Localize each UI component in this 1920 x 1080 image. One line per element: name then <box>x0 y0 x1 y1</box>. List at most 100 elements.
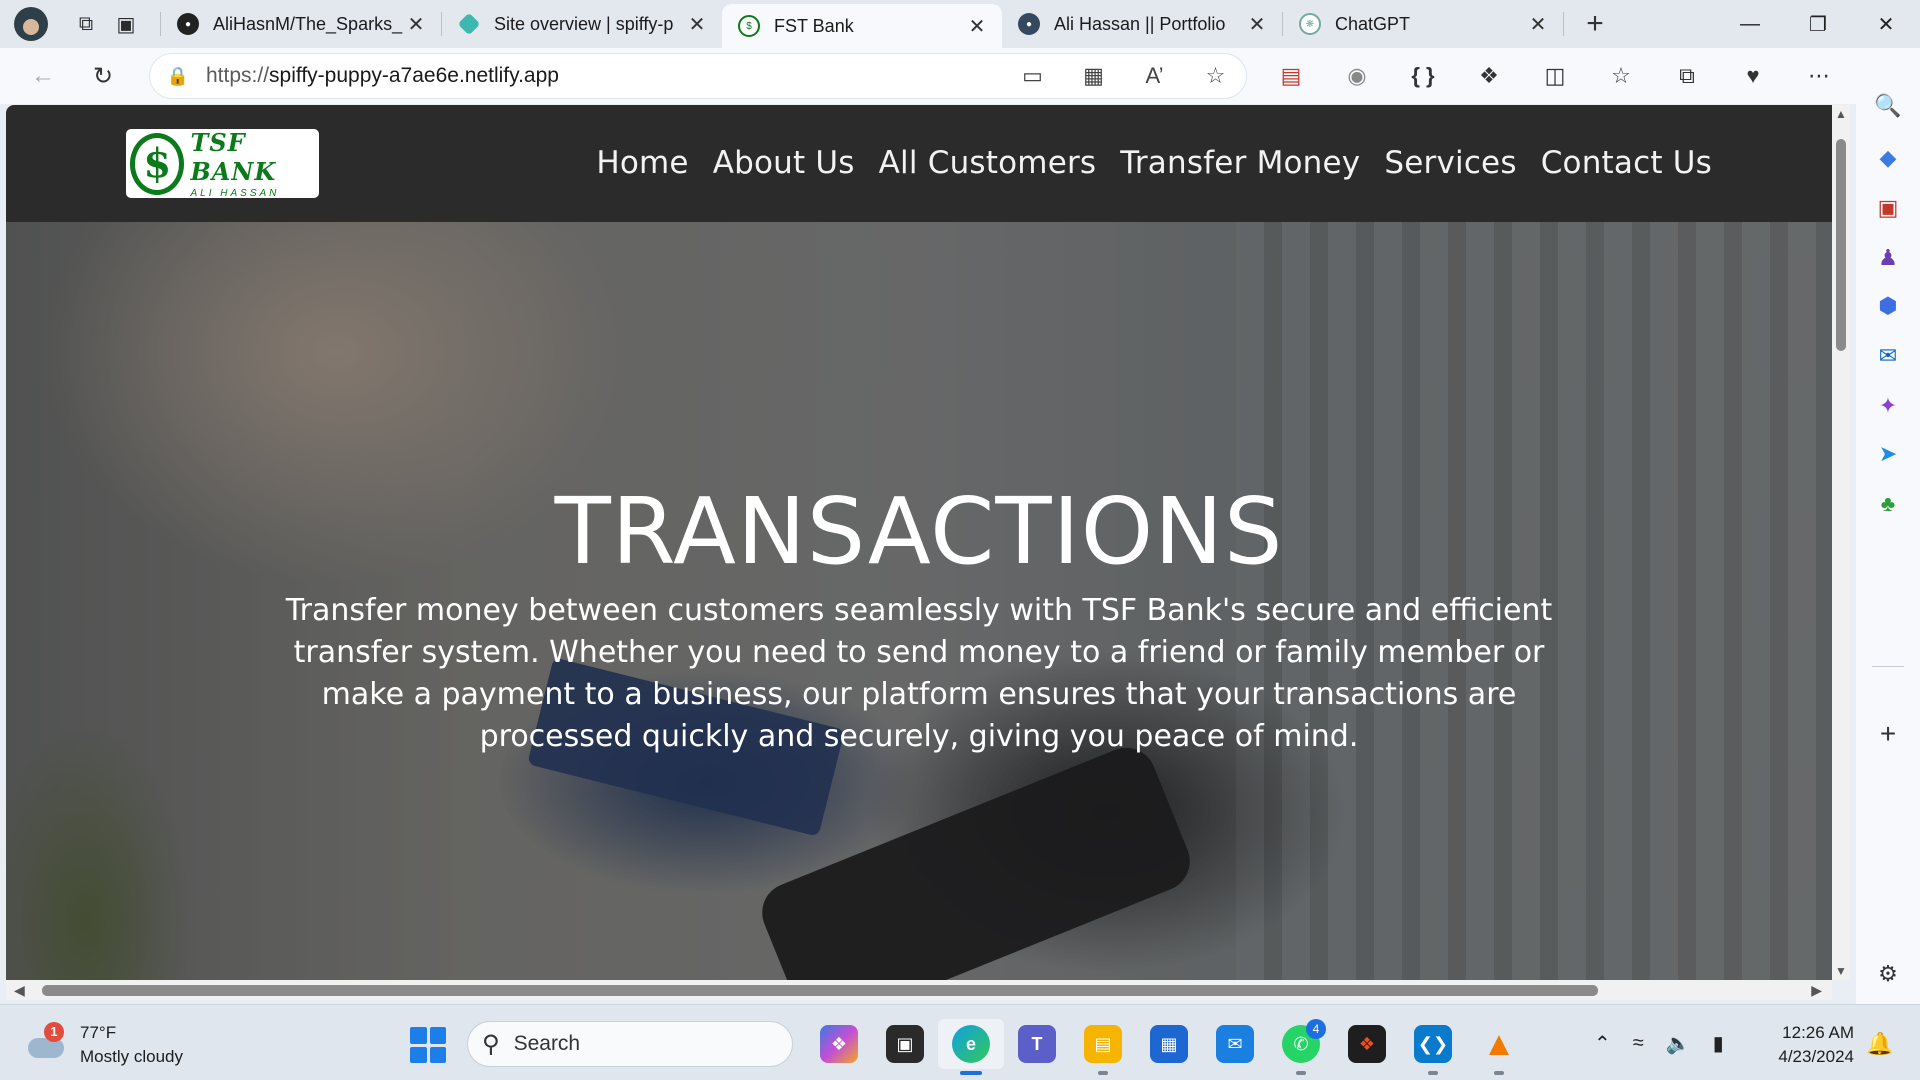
tab-netlify[interactable]: Site overview | spiffy-p ✕ <box>442 4 722 44</box>
new-tab-button[interactable]: + <box>1570 7 1620 41</box>
vlc-app[interactable]: ▲ <box>1466 1019 1532 1075</box>
show-hidden-icons-chevron-icon[interactable]: ⌃ <box>1594 1031 1611 1056</box>
tab-title: AliHasnM/The_Sparks_ <box>213 13 403 34</box>
dollar-logo-icon: $ <box>130 132 185 195</box>
taskbar-search[interactable]: ⚲ Search <box>467 1021 793 1067</box>
sidebar-settings-icon[interactable]: ⚙ <box>1868 954 1908 994</box>
figma-icon: ❖ <box>1348 1025 1386 1063</box>
camera-icon[interactable]: ◉ <box>1324 63 1390 89</box>
whatsapp-app[interactable]: ✆ 4 <box>1268 1019 1334 1075</box>
microsoft-store-app[interactable]: ▦ <box>1136 1019 1202 1069</box>
sidebar-tree-icon[interactable]: ♣ <box>1868 484 1908 524</box>
nav-contact-us[interactable]: Contact Us <box>1541 145 1712 181</box>
teams-app[interactable]: T <box>1004 1019 1070 1069</box>
address-bar[interactable]: 🔒 https://spiffy-puppy-a7ae6e.netlify.ap… <box>150 54 1246 98</box>
horizontal-scrollbar[interactable]: ◀ ▶ <box>6 980 1832 1000</box>
read-aloud-icon[interactable]: A’ <box>1124 63 1185 89</box>
file-explorer-app[interactable]: ▤ <box>1070 1019 1136 1075</box>
figma-app[interactable]: ❖ <box>1334 1019 1400 1069</box>
browser-toolbar: ← ↻ 🔒 https://spiffy-puppy-a7ae6e.netlif… <box>0 48 1920 104</box>
weather-temp: 77°F <box>80 1023 117 1042</box>
more-options-icon[interactable]: ⋯ <box>1786 63 1852 89</box>
scroll-right-arrow-icon[interactable]: ▶ <box>1811 982 1822 999</box>
teams-icon: T <box>1018 1025 1056 1063</box>
favorites-icon[interactable]: ☆ <box>1588 63 1654 89</box>
tab-chatgpt[interactable]: ❋ ChatGPT ✕ <box>1283 4 1563 44</box>
notification-bell-icon[interactable]: 🔔 <box>1866 1031 1893 1057</box>
close-tab-icon[interactable]: ✕ <box>405 12 427 37</box>
profile-avatar[interactable] <box>14 7 48 41</box>
tab-title: ChatGPT <box>1335 13 1411 34</box>
nav-all-customers[interactable]: All Customers <box>879 145 1097 181</box>
sidebar-search-icon[interactable]: 🔍 <box>1868 86 1908 126</box>
sidebar-games-icon[interactable]: ♟ <box>1868 238 1908 278</box>
taskbar-clock[interactable]: 12:26 AM 4/23/2024 <box>1768 1021 1854 1069</box>
web-capture-extension-icon[interactable]: ▤ <box>1258 63 1324 89</box>
wifi-icon[interactable]: ≈ <box>1633 1032 1644 1055</box>
copilot-pre-app[interactable]: ❖ <box>806 1019 872 1069</box>
close-tab-icon[interactable]: ✕ <box>1246 12 1268 37</box>
favorite-star-icon[interactable]: ☆ <box>1185 63 1246 89</box>
scroll-down-arrow-icon[interactable]: ▼ <box>1835 964 1847 978</box>
app-available-icon[interactable]: ▭ <box>1002 63 1063 89</box>
close-tab-icon[interactable]: ✕ <box>966 14 988 39</box>
hero-section: TRANSACTIONS Transfer money between cust… <box>6 222 1832 980</box>
close-tab-icon[interactable]: ✕ <box>686 12 708 37</box>
tab-title: Site overview | spiffy-p <box>494 13 674 34</box>
weather-widget[interactable]: 1 77°F Mostly cloudy <box>26 1021 183 1069</box>
scroll-left-arrow-icon[interactable]: ◀ <box>14 982 25 999</box>
nav-about-us[interactable]: About Us <box>713 145 855 181</box>
qr-code-icon[interactable]: ▦ <box>1063 63 1124 89</box>
close-window-button[interactable]: ✕ <box>1852 0 1920 48</box>
chatgpt-icon: ❋ <box>1299 13 1321 35</box>
restore-button[interactable]: ❐ <box>1784 0 1852 48</box>
start-button[interactable] <box>410 1027 446 1063</box>
sidebar-tools-icon[interactable]: ▣ <box>1868 188 1908 228</box>
nav-home[interactable]: Home <box>596 145 688 181</box>
sidebar-shopping-icon[interactable]: ◆ <box>1868 138 1908 178</box>
tab-strip: ⧉ ▣ ● AliHasnM/The_Sparks_ ✕ Site overvi… <box>0 0 1920 48</box>
refresh-icon[interactable]: ↻ <box>76 54 130 98</box>
split-screen-icon[interactable]: ◫ <box>1522 63 1588 89</box>
mail-app[interactable]: ✉ <box>1202 1019 1268 1069</box>
sidebar-outlook-icon[interactable]: ✉ <box>1868 336 1908 376</box>
tab-github[interactable]: ● AliHasnM/The_Sparks_ ✕ <box>161 4 441 44</box>
horizontal-scroll-thumb[interactable] <box>42 985 1598 996</box>
sidebar-telegram-icon[interactable]: ➤ <box>1868 434 1908 474</box>
scroll-up-arrow-icon[interactable]: ▲ <box>1835 107 1847 121</box>
nav-services[interactable]: Services <box>1384 145 1516 181</box>
close-tab-icon[interactable]: ✕ <box>1527 12 1549 37</box>
browser-essentials-icon[interactable]: ♥ <box>1720 63 1786 89</box>
vertical-scroll-thumb[interactable] <box>1836 139 1846 351</box>
sidebar-designer-icon[interactable]: ✦ <box>1868 386 1908 426</box>
site-header: $ TSF BANK ALI HASSAN Home About Us All … <box>6 105 1832 222</box>
vertical-scrollbar[interactable]: ▲ ▼ <box>1832 105 1850 980</box>
nav-transfer-money[interactable]: Transfer Money <box>1120 145 1360 181</box>
url-text[interactable]: https://spiffy-puppy-a7ae6e.netlify.app <box>206 64 1002 88</box>
clock-time: 12:26 AM <box>1782 1023 1854 1042</box>
hero-title: TRANSACTIONS <box>554 478 1284 585</box>
cloud-icon: 1 <box>26 1022 66 1062</box>
tab-actions-icon[interactable]: ▣ <box>106 4 146 44</box>
search-icon: ⚲ <box>482 1030 500 1058</box>
edge-app[interactable]: e <box>938 1019 1004 1075</box>
back-icon[interactable]: ← <box>16 54 70 98</box>
workspaces-icon[interactable]: ⧉ <box>66 4 106 44</box>
extensions-icon[interactable]: ❖ <box>1456 63 1522 89</box>
weather-desc: Mostly cloudy <box>80 1047 183 1066</box>
tab-portfolio[interactable]: ● Ali Hassan || Portfolio ✕ <box>1002 4 1282 44</box>
battery-icon[interactable]: ▮ <box>1713 1031 1724 1056</box>
vscode-app[interactable]: ❮❯ <box>1400 1019 1466 1075</box>
tab-fst-bank[interactable]: $ FST Bank ✕ <box>722 4 1002 48</box>
minimize-button[interactable]: — <box>1716 0 1784 48</box>
task-view-app[interactable]: ▣ <box>872 1019 938 1069</box>
sidebar-microsoft365-icon[interactable]: ⬢ <box>1868 286 1908 326</box>
site-logo[interactable]: $ TSF BANK ALI HASSAN <box>126 128 319 199</box>
collections-icon[interactable]: ⧉ <box>1654 63 1720 89</box>
search-placeholder: Search <box>513 1032 581 1055</box>
volume-icon[interactable]: 🔈 <box>1666 1031 1691 1056</box>
lock-icon[interactable]: 🔒 <box>150 66 206 87</box>
page-viewport: $ TSF BANK ALI HASSAN Home About Us All … <box>6 105 1832 980</box>
sidebar-add-icon[interactable]: + <box>1868 714 1908 754</box>
json-braces-icon[interactable]: { } <box>1390 63 1456 89</box>
